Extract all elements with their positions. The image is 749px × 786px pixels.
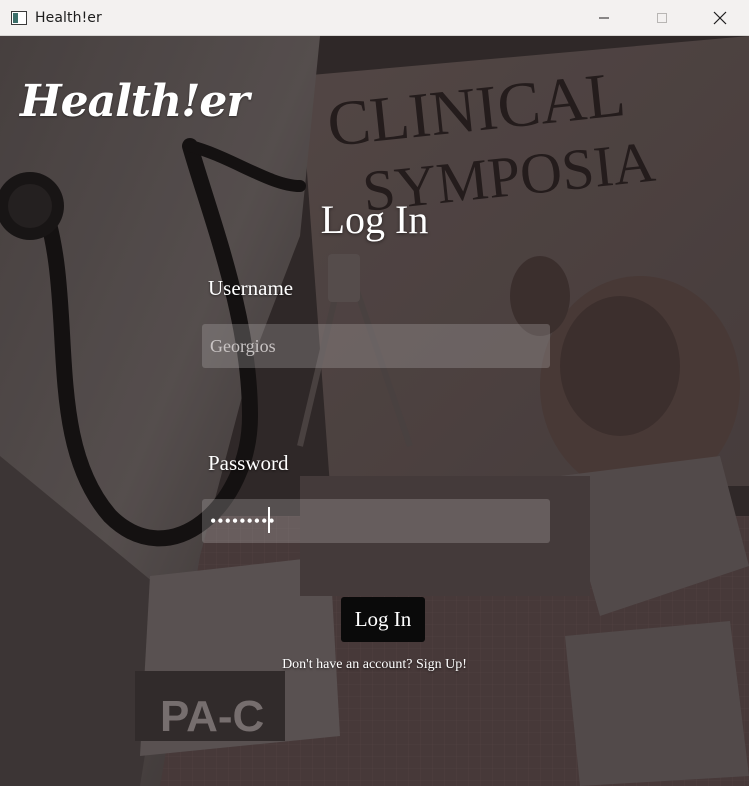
login-heading: Log In [320,197,429,242]
app-logo: Health!er [20,76,250,127]
text-cursor [268,507,270,533]
window-title: Health!er [35,9,102,26]
maximize-button[interactable] [633,0,691,36]
close-button[interactable] [691,0,749,36]
username-input[interactable] [202,324,550,368]
window-controls [575,0,749,36]
app-window-icon [11,10,27,25]
minimize-icon [599,17,609,19]
password-label: Password [208,451,289,475]
background-overlay [0,36,749,786]
username-label: Username [208,276,294,300]
maximize-icon [657,13,667,23]
window-titlebar: Health!er [0,0,749,36]
minimize-button[interactable] [575,0,633,36]
login-screen: CLINICAL SYMPOSIA PA-C Health!er Log In … [0,36,749,786]
password-input[interactable] [202,499,550,543]
signup-link[interactable]: Don't have an account? Sign Up! [0,657,749,673]
login-button[interactable]: Log In [341,597,425,642]
close-icon [713,11,727,25]
